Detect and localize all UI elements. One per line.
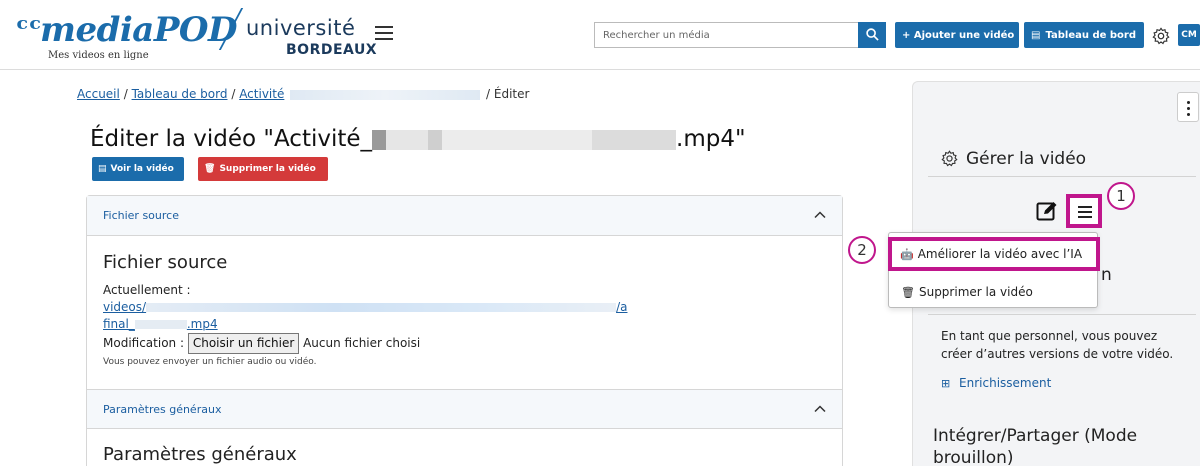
breadcrumb: Accueil / Tableau de bord / Activité / É… (77, 87, 529, 101)
breadcrumb-home[interactable]: Accueil (77, 87, 120, 101)
more-options-icon[interactable] (1177, 92, 1199, 122)
divider (928, 314, 1196, 315)
breadcrumb-current: Éditer (493, 87, 530, 101)
search-bar (594, 22, 886, 48)
logo-tagline: Mes videos en ligne (48, 50, 149, 61)
current-file-path[interactable]: videos/ /a (103, 299, 627, 316)
breadcrumb-dashboard[interactable]: Tableau de bord (132, 87, 228, 101)
gear-icon (941, 150, 958, 167)
chevron-up-icon (814, 211, 826, 219)
redacted-text (290, 89, 481, 100)
delete-video-label: Supprimer la vidéo (219, 164, 316, 174)
file-modification-row: Modification : Choisir un fichier Aucun … (103, 333, 627, 354)
view-video-button[interactable]: ▤ Voir la vidéo (92, 157, 184, 181)
film-icon: ▤ (98, 164, 107, 174)
improve-video-ai-label: Améliorer la vidéo avec l’IA (917, 247, 1083, 261)
file-name-start[interactable]: final_ (103, 317, 135, 331)
current-label: Actuellement : (103, 283, 191, 297)
trash-icon: 🗑 (901, 285, 915, 299)
step-annotation-2: 2 (848, 236, 876, 264)
settings-gear-icon[interactable] (1152, 27, 1170, 45)
current-file-name[interactable]: final_ .mp4 (103, 316, 627, 333)
modification-label: Modification : (103, 336, 184, 350)
page-title-suffix: .mp4" (676, 126, 746, 152)
embed-share-heading: Intégrer/Partager (Mode brouillon) (933, 426, 1138, 466)
user-avatar[interactable]: CM (1178, 24, 1200, 46)
search-button[interactable] (858, 22, 886, 48)
staff-versions-text: En tant que personnel, vous pouvez créer… (941, 329, 1174, 361)
divider (928, 176, 1196, 177)
edit-form-card: Fichier source Fichier source Actuelleme… (86, 195, 843, 466)
logo-text: mediaPOD (40, 10, 238, 50)
manage-video-label: Gérer la vidéo (966, 149, 1087, 169)
search-input[interactable] (594, 22, 858, 48)
breadcrumb-separator: / (231, 87, 236, 101)
chevron-up-icon (814, 405, 826, 413)
enrichment-link[interactable]: ⊞ Enrichissement (941, 376, 1051, 390)
edit-icon[interactable] (1036, 201, 1058, 221)
general-settings-accordion-label: Paramètres généraux (103, 403, 222, 416)
breadcrumb-activity[interactable]: Activité (239, 87, 284, 101)
improve-video-ai-item[interactable]: 🤖 Améliorer la vidéo avec l’IA (888, 237, 1100, 271)
source-file-accordion-label: Fichier source (103, 209, 179, 222)
enrichment-label: Enrichissement (959, 376, 1052, 390)
robot-icon: 🤖 (900, 247, 914, 261)
delete-video-menu-label: Supprimer la vidéo (918, 285, 1033, 299)
step-annotation-1: 1 (1107, 182, 1135, 210)
file-path-start[interactable]: videos/ (103, 300, 146, 314)
hidden-heading-fragment: n (1101, 265, 1112, 285)
main-menu-icon[interactable] (375, 26, 393, 42)
video-actions-dropdown: 🤖 Améliorer la vidéo avec l’IA 🗑 Supprim… (888, 232, 1100, 308)
file-path-end[interactable]: /a (616, 300, 627, 314)
dashboard-label: Tableau de bord (1045, 29, 1136, 41)
logo-mark: ᶜᶜ (16, 12, 42, 47)
page-title: Éditer la vidéo "Activité_ .mp4" (90, 126, 746, 152)
breadcrumb-separator: / (123, 87, 128, 101)
general-settings-title: Paramètres généraux (103, 444, 297, 465)
source-file-details: Actuellement : videos/ /a final_ .mp4 Modi… (103, 282, 627, 371)
breadcrumb-separator: / (486, 87, 491, 101)
redacted-text (146, 303, 617, 312)
plus-square-icon: ⊞ (941, 377, 951, 390)
redacted-text (372, 129, 677, 150)
view-video-label: Voir la vidéo (110, 164, 174, 174)
add-video-button[interactable]: + Ajouter une vidéo (895, 22, 1019, 48)
manage-video-heading: Gérer la vidéo (941, 149, 1086, 169)
university-name: université (246, 16, 356, 40)
university-sub: BORDEAUX (286, 42, 378, 58)
no-file-chosen: Aucun fichier choisi (303, 336, 421, 350)
source-file-accordion[interactable]: Fichier source (87, 196, 842, 236)
upload-hint: Vous pouvez envoyer un fichier audio ou … (103, 357, 317, 367)
file-name-end[interactable]: .mp4 (187, 317, 218, 331)
delete-video-button[interactable]: 🗑 Supprimer la vidéo (198, 157, 328, 181)
video-actions-menu-button[interactable] (1066, 194, 1102, 228)
source-file-title: Fichier source (103, 252, 228, 273)
choose-file-button[interactable]: Choisir un fichier (187, 333, 300, 354)
redacted-text (134, 320, 187, 329)
general-settings-accordion[interactable]: Paramètres généraux (87, 389, 842, 429)
delete-video-menu-item[interactable]: 🗑 Supprimer la vidéo (889, 277, 1097, 307)
mediapod-logo[interactable]: ᶜᶜ mediaPOD Mes videos en ligne universi… (14, 8, 378, 64)
dashboard-button[interactable]: ▤ Tableau de bord (1024, 22, 1144, 48)
top-header: ᶜᶜ mediaPOD Mes videos en ligne universi… (0, 0, 1200, 70)
dashboard-icon: ▤ (1031, 29, 1041, 41)
trash-icon: 🗑 (204, 164, 216, 174)
search-icon (866, 28, 879, 41)
page-title-prefix: Éditer la vidéo "Activité_ (90, 126, 373, 152)
